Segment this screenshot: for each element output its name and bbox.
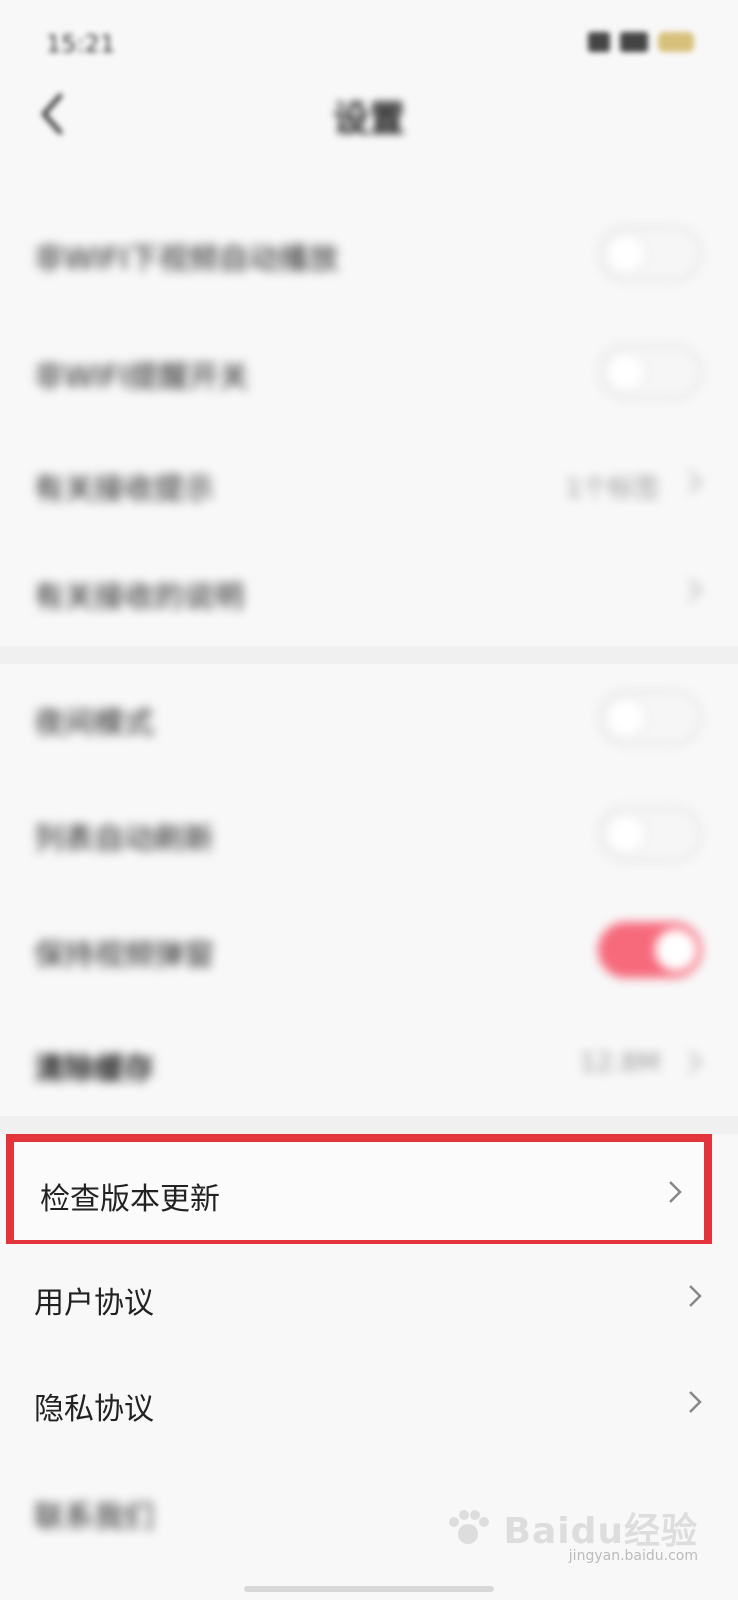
setting-row-video-popup[interactable]: 保持视频弹窗 [0,896,738,1004]
status-bar: 15:21 [0,0,738,88]
setting-label: 有关接收的说明 [34,580,244,615]
watermark-url: jingyan.baidu.com [568,1548,698,1564]
baidu-watermark: Baidu经验 [438,1502,698,1554]
toggle-switch[interactable] [598,922,702,978]
setting-label: 有关接收提示 [34,472,214,507]
home-indicator[interactable] [244,1586,494,1592]
toggle-switch[interactable] [598,226,702,282]
setting-value: 1个标签 [565,474,660,504]
setting-label: 列表自动刷新 [34,822,214,857]
toggle-knob [655,929,697,971]
setting-row-wifi-reminder[interactable]: 非WIFI提醒开关 [0,318,738,426]
page-title: 设置 [332,99,405,140]
toggle-knob [605,697,647,739]
wifi-icon [620,32,648,52]
battery-icon [658,32,694,52]
setting-value: 12.8M [579,1048,660,1078]
chevron-right-icon [689,1391,702,1413]
setting-label: 夜间模式 [34,706,154,741]
section-divider [0,1116,738,1134]
watermark-brand: Baidu经验 [503,1511,698,1552]
check-update-row[interactable]: 检查版本更新 [6,1134,712,1248]
setting-row-clear-cache[interactable]: 清除缓存 12.8M [0,1010,738,1118]
section-divider [0,646,738,664]
setting-label: 用户协议 [34,1286,154,1321]
setting-label: 清除缓存 [34,1052,154,1087]
setting-row-night-mode[interactable]: 夜间模式 [0,664,738,772]
chevron-right-icon [689,1285,702,1307]
check-update-label: 检查版本更新 [40,1182,220,1217]
toggle-knob [605,813,647,855]
toggle-switch[interactable] [598,344,702,400]
toggle-switch[interactable] [598,806,702,862]
setting-label: 非WIFI下视频自动播放 [34,242,339,277]
signal-icon [588,32,610,52]
setting-label: 非WIFI提醒开关 [34,360,249,395]
header: 设置 [0,80,738,150]
setting-row-privacy[interactable]: 隐私协议 [0,1350,738,1458]
setting-row-auto-refresh[interactable]: 列表自动刷新 [0,780,738,888]
setting-label: 隐私协议 [34,1392,154,1427]
baidu-paw-icon [448,1510,489,1544]
chevron-right-icon [689,1051,702,1073]
setting-label: 保持视频弹窗 [34,938,214,973]
toggle-switch[interactable] [598,690,702,746]
toggle-knob [605,351,647,393]
status-icons [588,32,694,52]
setting-row-wifi-autoplay[interactable]: 非WIFI下视频自动播放 [0,200,738,308]
chevron-right-icon [669,1181,682,1203]
setting-label: 联系我们 [34,1500,154,1535]
setting-row-receive-notes[interactable]: 有关接收的说明 [0,538,738,646]
setting-row-receive-tips[interactable]: 有关接收提示 1个标签 [0,430,738,538]
chevron-right-icon [689,471,702,493]
status-time: 15:21 [46,30,116,58]
toggle-knob [605,233,647,275]
chevron-right-icon [689,579,702,601]
setting-row-user-agreement[interactable]: 用户协议 [0,1244,738,1352]
settings-screen: 15:21 设置 非WIFI下视频自动播放 非WIFI提醒开关 有关接收提示 1… [0,0,738,1600]
